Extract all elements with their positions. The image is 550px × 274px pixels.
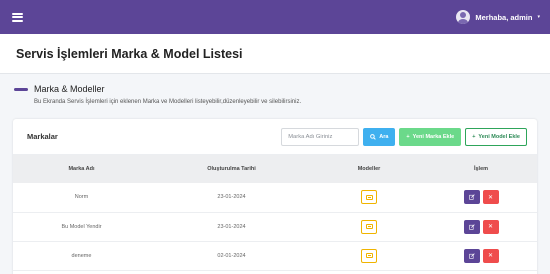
brands-card: Markalar Ara + Yeni Marka Ekle + Yeni Mo… — [13, 119, 537, 274]
user-avatar-icon — [456, 10, 471, 24]
brand-search-input[interactable] — [281, 127, 360, 146]
page-title: Servis İşlemleri Marka & Model Listesi — [16, 46, 243, 61]
edit-button[interactable] — [463, 248, 480, 263]
accent-bar — [14, 87, 28, 91]
top-navbar: Merhaba, admin ▾ — [0, 0, 550, 34]
add-brand-button[interactable]: + Yeni Marka Ekle — [399, 127, 462, 146]
close-icon: ✕ — [487, 224, 494, 230]
table-row: Norm 23-01-2024 ✕ — [13, 183, 537, 212]
table-row: Bu Model Yendir 23-01-2024 ✕ — [13, 212, 537, 241]
card-header: Markalar Ara + Yeni Marka Ekle + Yeni Mo… — [13, 119, 537, 155]
delete-button[interactable]: ✕ — [482, 219, 499, 234]
table-row: deneme 02-01-2024 ✕ — [13, 241, 537, 270]
brand-name: Norm — [74, 194, 89, 201]
column-header-brand: Marka Adı — [68, 166, 95, 172]
page-header: Servis İşlemleri Marka & Model Listesi — [0, 34, 550, 74]
search-button[interactable]: Ara — [363, 127, 396, 146]
column-header-actions: İşlem — [473, 166, 489, 172]
brand-name: deneme — [71, 252, 92, 259]
folder-icon — [365, 253, 373, 258]
user-menu[interactable]: Merhaba, admin ▾ — [456, 10, 540, 24]
column-header-models: Modeller — [357, 166, 381, 172]
edit-icon — [468, 223, 475, 230]
section-description: Bu Ekranda Servis İşlemleri için eklenen… — [34, 99, 302, 105]
search-icon — [370, 133, 376, 140]
created-date: 23-01-2024 — [217, 194, 246, 201]
models-button[interactable] — [361, 190, 377, 205]
close-icon: ✕ — [487, 253, 494, 259]
section-title: Marka & Modeller — [34, 84, 105, 94]
search-button-label: Ara — [379, 133, 389, 140]
delete-button[interactable]: ✕ — [482, 190, 499, 205]
edit-button[interactable] — [463, 219, 480, 234]
delete-button[interactable]: ✕ — [482, 248, 499, 263]
brand-name: Bu Model Yendir — [61, 223, 102, 230]
section-header: Marka & Modeller Bu Ekranda Servis İşlem… — [14, 84, 301, 105]
created-date: 02-01-2024 — [217, 252, 246, 259]
hamburger-menu-icon[interactable] — [12, 12, 23, 22]
folder-icon — [365, 194, 373, 200]
plus-icon: + — [406, 133, 410, 140]
edit-icon — [468, 194, 475, 200]
models-button[interactable] — [361, 248, 377, 263]
table-header-row: Marka Adı Oluşturulma Tarihi Modeller İş… — [13, 155, 537, 183]
close-icon: ✕ — [487, 194, 494, 201]
models-button[interactable] — [361, 219, 377, 234]
column-header-date: Oluşturulma Tarihi — [207, 166, 256, 172]
add-model-button[interactable]: + Yeni Model Ekle — [465, 127, 527, 146]
brands-table: Marka Adı Oluşturulma Tarihi Modeller İş… — [13, 155, 537, 271]
add-model-label: Yeni Model Ekle — [478, 133, 520, 140]
folder-icon — [365, 224, 373, 229]
plus-icon: + — [472, 133, 476, 140]
user-greeting: Merhaba, admin — [475, 12, 533, 22]
edit-icon — [468, 252, 475, 259]
card-title: Markalar — [27, 132, 58, 141]
chevron-down-icon: ▾ — [537, 14, 540, 20]
created-date: 23-01-2024 — [217, 223, 246, 230]
edit-button[interactable] — [463, 190, 480, 205]
add-brand-label: Yeni Marka Ekle — [412, 133, 455, 140]
